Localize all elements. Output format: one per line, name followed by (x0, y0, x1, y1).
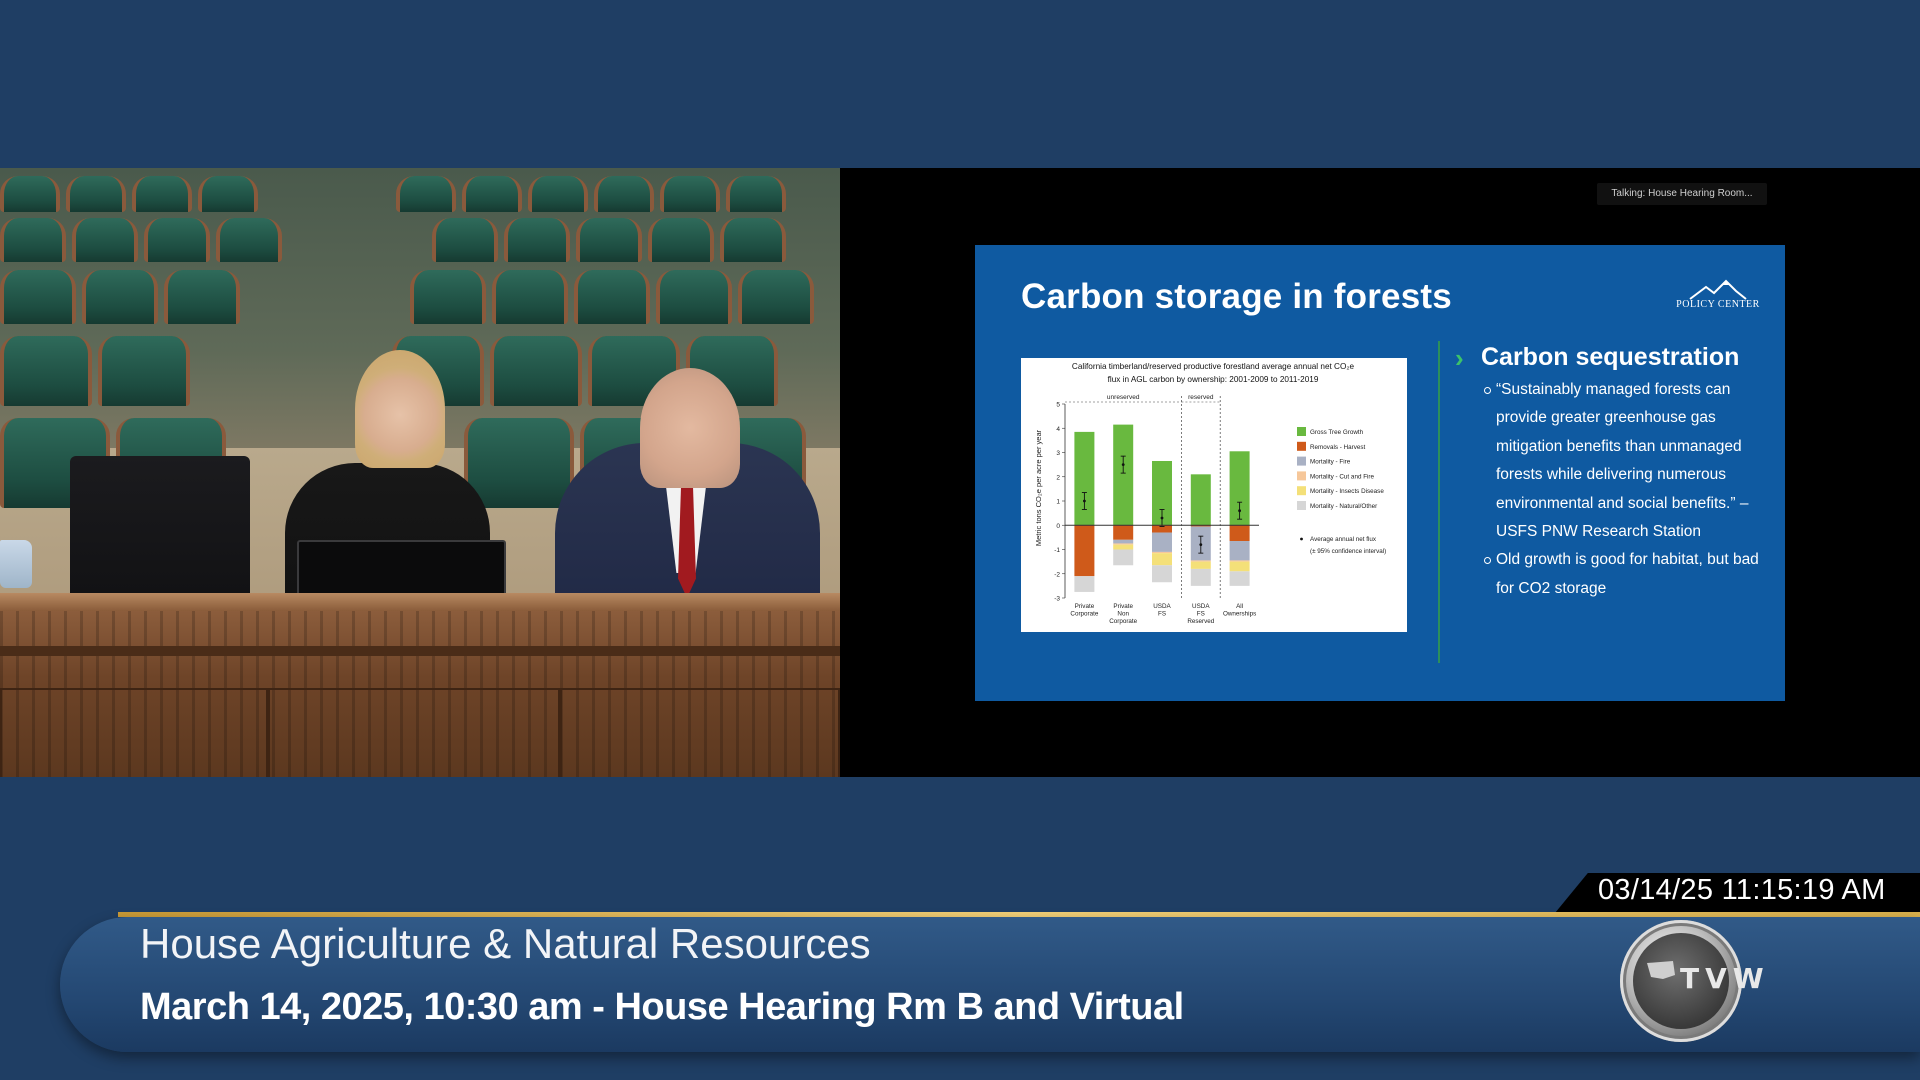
y-tick-label: 4 (1056, 426, 1060, 433)
timestamp: 03/14/25 11:15:19 AM (1598, 874, 1886, 906)
bar-segment (1152, 565, 1172, 583)
y-tick-label: -2 (1054, 571, 1060, 578)
witness-man-head (640, 368, 740, 488)
chart-svg: California timberland/reserved productiv… (1034, 362, 1386, 625)
y-tick-label: 0 (1056, 523, 1060, 530)
policy-center-logo: POLICY CENTER (1670, 279, 1766, 319)
x-tick-label: Reserved (1187, 618, 1214, 625)
bar-segment (1074, 431, 1095, 526)
mountain-icon (1689, 279, 1747, 300)
bullet-item: “Sustainably managed forests can provide… (1484, 376, 1774, 546)
chart-ylabel: Metric tons CO₂e per acre per year (1034, 429, 1043, 546)
legend-label: Mortality - Fire (1310, 459, 1351, 466)
x-tick-label: Corporate (1070, 611, 1098, 618)
chair-row (0, 176, 840, 212)
legend-label: Mortality - Cut and Fire (1310, 473, 1375, 480)
desk-top (0, 593, 840, 611)
net-flux-point (1199, 543, 1203, 547)
bar-segment (1190, 568, 1211, 586)
x-tick-label: Ownerships (1223, 611, 1256, 618)
witness-woman-head (355, 350, 445, 468)
legend-label: Gross Tree Growth (1310, 429, 1364, 436)
desk-panel (560, 688, 840, 777)
chart-title-line1: California timberland/reserved productiv… (1072, 362, 1355, 371)
bar-segment (1152, 553, 1172, 566)
talking-indicator: Talking: House Hearing Room... (1597, 183, 1767, 205)
bar-segment (1229, 560, 1250, 562)
section-heading: Carbon sequestration (1481, 343, 1740, 371)
video-feed (0, 168, 840, 777)
bar-segment (1229, 541, 1250, 561)
net-flux-point (1160, 516, 1164, 520)
net-flux-point (1238, 509, 1241, 513)
bar-segment (1229, 571, 1250, 586)
legend-note: Average annual net flux (1310, 536, 1377, 543)
bar-segment (1152, 551, 1172, 554)
water-pitcher (0, 540, 32, 588)
bar-segment (1113, 424, 1134, 526)
y-tick-label: 5 (1056, 402, 1060, 409)
legend-label: Mortality - Natural/Other (1310, 503, 1377, 510)
x-tick-label: USDA (1192, 603, 1210, 610)
y-tick-label: 3 (1056, 450, 1060, 457)
legend-net-flux-marker (1300, 537, 1303, 541)
legend-swatch (1297, 471, 1306, 481)
bar-segment (1113, 543, 1134, 545)
presentation-slide: Carbon storage in forests POLICY CENTER … (975, 245, 1785, 701)
group-label: reserved (1188, 394, 1214, 401)
bar-segment (1113, 549, 1134, 566)
hearing-details: March 14, 2025, 10:30 am - House Hearing… (140, 986, 1184, 1028)
bar-segment (1190, 561, 1211, 569)
bar-segment (1113, 525, 1134, 540)
bullet-item: Old growth is good for habitat, but bad … (1484, 546, 1774, 603)
desk-trim (0, 646, 840, 656)
bar-segment (1229, 525, 1250, 542)
bar-segment (1190, 560, 1211, 562)
legend-label: Removals - Harvest (1310, 444, 1366, 451)
net-flux-point (1083, 499, 1086, 503)
y-tick-label: -1 (1054, 547, 1060, 554)
logo-text: POLICY CENTER (1676, 299, 1760, 310)
legend-swatch (1297, 501, 1306, 510)
chevron-right-icon: › (1455, 343, 1464, 373)
x-tick-label: USDA (1153, 603, 1171, 610)
bar-segment (1113, 544, 1134, 550)
bar-segment (1190, 474, 1211, 526)
x-tick-label: Private (1075, 603, 1095, 610)
net-flux-point (1121, 463, 1125, 467)
legend-swatch (1297, 456, 1306, 466)
bullet-list: “Sustainably managed forests can provide… (1484, 376, 1774, 603)
chair-row (0, 270, 840, 324)
chart-title-line2: flux in AGL carbon by ownership: 2001-20… (1108, 375, 1319, 384)
x-tick-label: Non (1117, 611, 1129, 618)
group-label: unreserved (1107, 394, 1140, 401)
bar-segment (1113, 539, 1134, 544)
bar-segment (1229, 561, 1250, 572)
y-tick-label: -3 (1054, 596, 1060, 603)
chair-row (0, 218, 840, 262)
carbon-flux-chart: California timberland/reserved productiv… (1021, 358, 1407, 632)
tvw-logo-text: TVW (1680, 962, 1770, 995)
legend-note: (± 95% confidence interval) (1310, 548, 1386, 555)
desk-panel (0, 688, 268, 777)
y-tick-label: 1 (1056, 499, 1060, 506)
legend-swatch (1297, 441, 1306, 451)
legend-label: Mortality - Insects Disease (1310, 488, 1384, 495)
legend-swatch (1297, 486, 1306, 496)
committee-title: House Agriculture & Natural Resources (140, 920, 871, 967)
slide-title: Carbon storage in forests (1021, 277, 1452, 316)
bar-segment (1074, 525, 1095, 577)
x-tick-label: Corporate (1109, 618, 1137, 625)
bar-segment (1074, 576, 1095, 592)
x-tick-label: FS (1197, 611, 1205, 618)
y-tick-label: 2 (1056, 474, 1060, 481)
x-tick-label: Private (1113, 603, 1133, 610)
desk-panel (268, 688, 560, 777)
x-tick-label: FS (1158, 611, 1166, 618)
slide-divider (1438, 341, 1440, 663)
bar-segment (1152, 532, 1172, 552)
x-tick-label: All (1236, 603, 1243, 610)
legend-swatch (1297, 427, 1306, 436)
